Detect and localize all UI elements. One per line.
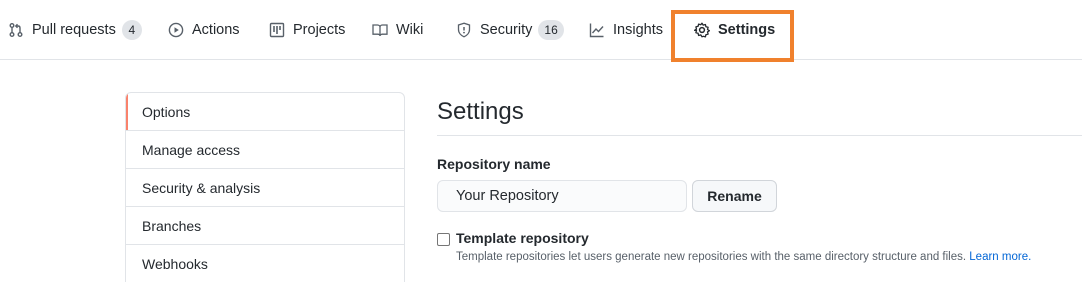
play-icon (168, 22, 184, 38)
tab-label: Security (480, 22, 533, 38)
repository-name-label: Repository name (437, 156, 551, 172)
template-repository-description: Template repositories let users generate… (456, 251, 1031, 263)
tab-label: Actions (192, 22, 240, 38)
tab-wiki[interactable]: Wiki (372, 0, 423, 60)
repository-name-input[interactable] (437, 180, 687, 212)
pull-requests-counter: 4 (121, 20, 142, 40)
tab-label: Projects (293, 22, 346, 38)
template-description-text: Template repositories let users generate… (456, 251, 967, 263)
rename-button[interactable]: Rename (692, 180, 777, 212)
sidebar-item-security-analysis[interactable]: Security & analysis (126, 169, 404, 207)
template-repository-label[interactable]: Template repository (456, 230, 589, 246)
settings-main: Settings Repository name Rename Template… (437, 92, 1082, 263)
tab-projects[interactable]: Projects (269, 0, 345, 60)
tab-label: Pull requests (32, 22, 116, 38)
sidebar-item-manage-access[interactable]: Manage access (126, 131, 404, 169)
settings-sidebar: Options Manage access Security & analysi… (125, 92, 405, 282)
sidebar-item-webhooks[interactable]: Webhooks (126, 245, 404, 282)
security-counter: 16 (538, 20, 564, 40)
repo-nav: Pull requests 4 Actions Projects Wiki Se… (0, 0, 1082, 60)
tab-label: Insights (613, 22, 663, 38)
project-icon (269, 22, 285, 38)
template-repository-checkbox[interactable] (437, 233, 450, 246)
tab-pull-requests[interactable]: Pull requests 4 (8, 0, 142, 60)
sidebar-item-branches[interactable]: Branches (126, 207, 404, 245)
page-title: Settings (437, 92, 1082, 136)
graph-icon (589, 22, 605, 38)
tab-security[interactable]: Security 16 (456, 0, 564, 60)
settings-highlight-box (671, 10, 794, 62)
tab-label: Wiki (396, 22, 424, 38)
tab-actions[interactable]: Actions (168, 0, 240, 60)
book-icon (372, 22, 388, 38)
sidebar-item-options[interactable]: Options (126, 93, 404, 131)
tab-insights[interactable]: Insights (589, 0, 663, 60)
git-pull-request-icon (8, 22, 24, 38)
shield-icon (456, 22, 472, 38)
learn-more-link[interactable]: Learn more. (969, 251, 1031, 263)
